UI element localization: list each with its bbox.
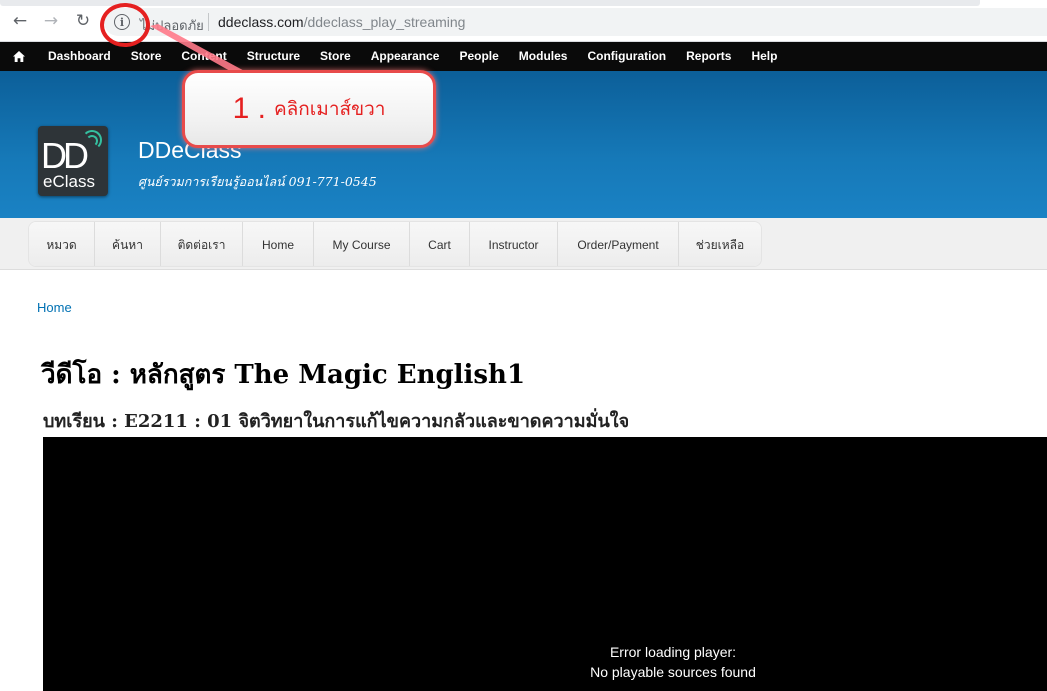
annotation-circle	[100, 3, 150, 47]
annotation-instruction: คลิกเมาส์ขวา	[273, 98, 386, 120]
annotation-arrow	[150, 24, 272, 90]
annotation-step-number: 1 .	[232, 92, 266, 125]
screenshot-root: ← → ↻ i ไม่ปลอดภัย ddeclass.com/ddeclass…	[0, 0, 1047, 691]
annotation-callout: 1 . คลิกเมาส์ขวา	[182, 70, 436, 148]
